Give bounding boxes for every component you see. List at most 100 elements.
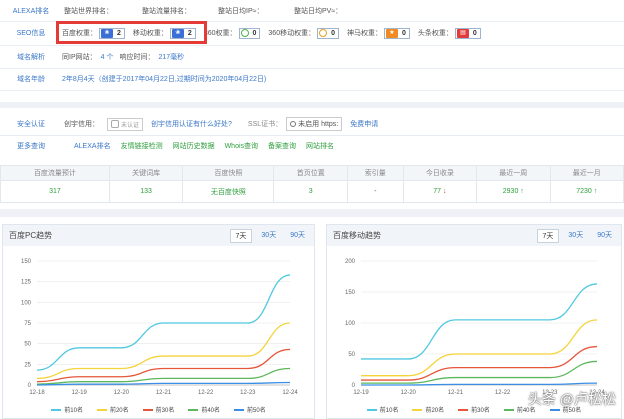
stats-snapshot[interactable]: 无百度快照 xyxy=(182,180,275,203)
stats-traffic[interactable]: 317 xyxy=(0,180,110,203)
credit-badge[interactable]: 未认证 xyxy=(107,117,144,131)
tab-90d[interactable]: 90天 xyxy=(592,229,617,243)
series-line xyxy=(36,322,291,380)
so-mobile-weight-badge[interactable]: 0 xyxy=(317,27,339,39)
domain-age-label: 域名年龄 xyxy=(17,76,45,83)
alexa-daily-pv: 整站日均PV≈： xyxy=(294,8,343,15)
legend-item[interactable]: 前10名 xyxy=(51,405,83,414)
x-tick-label: 12-20 xyxy=(114,390,130,396)
stats-header: 首页位置 xyxy=(273,165,348,181)
ssl-apply-link[interactable]: 免费申请 xyxy=(350,119,378,129)
shenma-icon: ★ xyxy=(386,28,398,38)
stats-header: 索引量 xyxy=(346,165,404,181)
mobile-range-tabs: 7天 30天 90天 xyxy=(536,228,618,243)
more-link-icp[interactable]: 备案查询 xyxy=(268,141,296,151)
security-row: 安全认证 创宇信用： 未认证 创宇信用认证有什么好处? SSL证书： 未启用 h… xyxy=(0,114,624,134)
legend-item[interactable]: 前10名 xyxy=(366,405,398,414)
pc-panel-title: 百度PC趋势 xyxy=(9,231,53,240)
legend-label: 前50名 xyxy=(247,408,266,414)
stats-header: 最近一月 xyxy=(549,165,624,181)
legend-swatch xyxy=(549,409,560,412)
x-tick-label: 12-24 xyxy=(282,390,298,396)
response-time-label: 响应时间： xyxy=(119,54,155,61)
more-link-rank[interactable]: 网站排名 xyxy=(306,141,334,151)
legend-swatch xyxy=(188,409,199,412)
y-tick-label: 150 xyxy=(345,290,356,296)
legend-item[interactable]: 前20名 xyxy=(412,405,444,414)
legend-swatch xyxy=(412,409,423,412)
pc-trend-chart: 0 25 50 75 100 125 150 12-18 12-19 12-20 12-21 12-2… xyxy=(21,259,298,396)
seo-label: SEO信息 xyxy=(16,30,46,37)
stats-month[interactable]: 7230 ↑ xyxy=(549,180,624,203)
x-tick-label: 12-21 xyxy=(448,390,464,396)
y-tick-label: 100 xyxy=(21,300,32,306)
same-ip-label: 同IP网站： xyxy=(62,54,97,61)
tab-7d[interactable]: 7天 xyxy=(536,228,560,243)
stats-today[interactable]: 77 ↓ xyxy=(402,180,478,203)
legend-item[interactable]: 前30名 xyxy=(458,405,490,414)
x-tick-label: 12-22 xyxy=(495,390,511,396)
more-link-alexa[interactable]: ALEXA排名 xyxy=(74,141,111,151)
legend-swatch xyxy=(96,409,107,412)
y-tick-label: 200 xyxy=(345,259,356,265)
x-tick-label: 12-22 xyxy=(198,390,214,396)
toutiao-icon: ▤ xyxy=(456,28,469,38)
so360-icon xyxy=(240,29,249,37)
stats-header: 最近一周 xyxy=(476,165,551,181)
legend-item[interactable]: 前20名 xyxy=(96,405,129,414)
stats-home-position: 3 xyxy=(273,180,348,203)
arrow-down-icon: ↓ xyxy=(442,188,447,195)
clock-icon xyxy=(290,121,297,127)
stats-value-row: 317 133 无百度快照 3 - 77 ↓ 2930 ↑ 7230 ↑ xyxy=(0,180,624,203)
x-tick-label: 12-19 xyxy=(71,390,87,396)
section-gap xyxy=(0,102,624,108)
more-link-friendlinks[interactable]: 友情链接检测 xyxy=(121,141,163,151)
section-gap xyxy=(0,209,624,217)
watermark: 头条 @卢松松 xyxy=(527,391,616,407)
security-label: 安全认证 xyxy=(17,121,45,128)
stats-header: 百度流量预计 xyxy=(0,165,110,181)
mobile-panel-header: 百度移动趋势 7天 30天 90天 xyxy=(327,225,621,246)
series-line xyxy=(36,381,291,386)
legend-label: 前30名 xyxy=(155,408,175,414)
series-line xyxy=(36,348,291,383)
domain-parse-label: 域名解析 xyxy=(17,54,45,61)
arrow-up-icon: ↑ xyxy=(520,188,524,195)
shenma-weight-label: 神马权重： xyxy=(347,30,382,37)
more-query-row: 更多查询 ALEXA排名 友情链接检测 网站历史数据 Whois查询 备案查询 … xyxy=(0,137,624,155)
domain-age-value: 2年8月4天（创建于2017年04月22日,过期时间为2020年04月22日) xyxy=(62,76,267,83)
alexa-label: ALEXA排名 xyxy=(12,8,50,15)
alexa-traffic-rank: 整站流量排名： xyxy=(142,8,191,15)
stats-keywords[interactable]: 133 xyxy=(108,180,184,203)
legend-swatch xyxy=(503,409,514,412)
y-tick-label: 0 xyxy=(352,383,356,389)
legend-item[interactable]: 前40名 xyxy=(188,405,220,414)
legend-swatch xyxy=(366,409,377,412)
more-link-history[interactable]: 网站历史数据 xyxy=(173,141,215,151)
legend-swatch xyxy=(142,409,153,412)
legend-label: 前30名 xyxy=(471,408,490,414)
pc-range-tabs: 7天 30天 90天 xyxy=(229,228,311,243)
tab-30d[interactable]: 30天 xyxy=(256,229,281,243)
legend-item[interactable]: 前50名 xyxy=(234,405,266,414)
shenma-weight-badge[interactable]: ★ 0 xyxy=(384,27,410,39)
tab-30d[interactable]: 30天 xyxy=(563,229,588,243)
y-tick-label: 50 xyxy=(24,342,31,348)
same-ip-value[interactable]: 4 个 xyxy=(101,52,114,62)
more-link-whois[interactable]: Whois查询 xyxy=(225,141,258,151)
pc-legend: 前10名 前20名 前30名 前40名 前50名 xyxy=(3,405,314,414)
tab-7d[interactable]: 7天 xyxy=(229,228,253,243)
so-mobile-weight-label: 360移动权重： xyxy=(268,30,316,37)
legend-item[interactable]: 前30名 xyxy=(142,405,175,414)
so-weight-badge[interactable]: 0 xyxy=(238,27,261,39)
legend-swatch xyxy=(51,409,62,412)
y-tick-label: 25 xyxy=(24,362,31,368)
response-time-value: 217毫秒 xyxy=(158,54,185,61)
credit-link[interactable]: 创宇信用认证有什么好处? xyxy=(151,119,232,129)
toutiao-weight-badge[interactable]: ▤ 0 xyxy=(454,27,481,39)
stats-week[interactable]: 2930 ↑ xyxy=(476,180,551,203)
credit-label: 创宇信用： xyxy=(64,121,99,128)
ssl-label: SSL证书： xyxy=(247,121,283,128)
series-line xyxy=(360,283,598,360)
tab-90d[interactable]: 90天 xyxy=(285,229,310,243)
